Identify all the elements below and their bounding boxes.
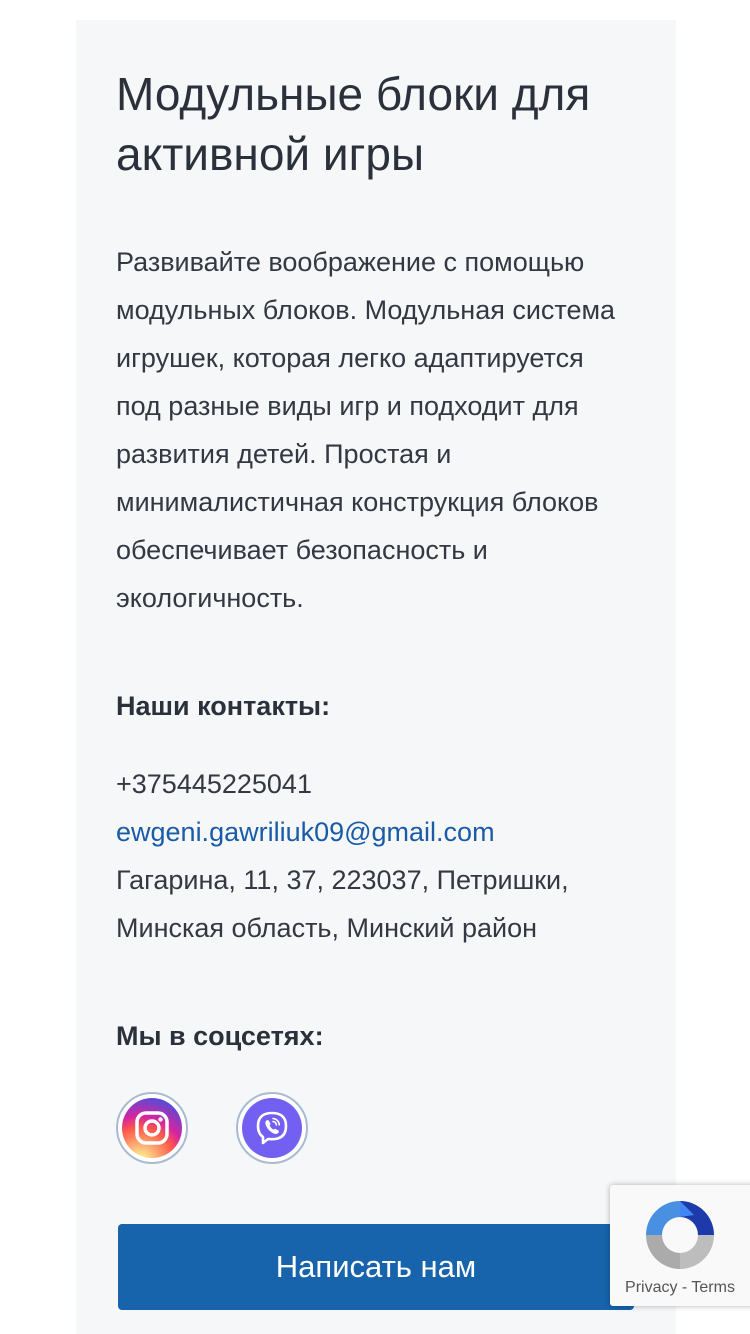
social-heading: Мы в соцсетях: [116, 1021, 324, 1051]
viber-button[interactable] [236, 1092, 308, 1164]
link-separator: - [681, 1279, 688, 1296]
terms-link[interactable]: Terms [691, 1279, 735, 1296]
address-line-2: Минская область, Минский район [116, 913, 538, 943]
address-line-1: Гагарина, 11, 37, 223037, Петришки, [116, 865, 569, 895]
page-title: Модульные блоки для активной игры [116, 68, 591, 180]
instagram-icon [122, 1098, 182, 1158]
privacy-link[interactable]: Privacy [625, 1279, 677, 1296]
instagram-button[interactable] [116, 1092, 188, 1164]
contacts-heading: Наши контакты: [116, 691, 331, 721]
recaptcha-icon [640, 1195, 720, 1275]
email-link[interactable]: ewgeni.gawriliuk09@gmail.com [116, 808, 495, 856]
content-card: Модульные блоки для активной игры Развив… [76, 20, 676, 1334]
write-us-button[interactable]: Написать нам [118, 1224, 634, 1310]
recaptcha-links: Privacy - Terms [610, 1279, 750, 1297]
phone-link[interactable]: +375445225041 [116, 760, 312, 808]
viber-icon [242, 1098, 302, 1158]
recaptcha-badge[interactable]: Privacy - Terms [610, 1185, 750, 1306]
description-text: Развивайте воображение с помощью модульн… [116, 247, 616, 613]
